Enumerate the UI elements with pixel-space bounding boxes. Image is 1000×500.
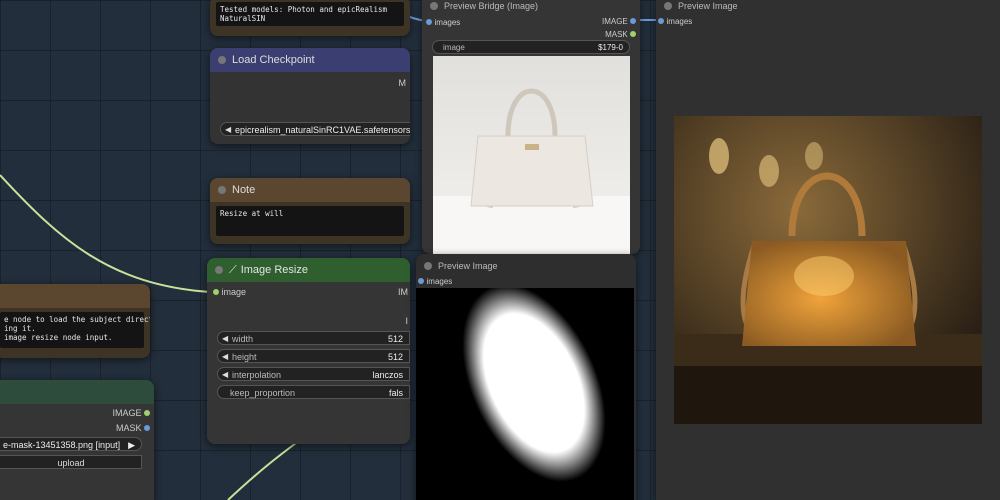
widget-value: 512: [387, 334, 403, 344]
mask-output-slot[interactable]: MASK: [605, 30, 636, 39]
bag-preview-image[interactable]: [433, 56, 630, 254]
mask-preview-image[interactable]: [416, 288, 634, 500]
collapse-dot[interactable]: [215, 266, 223, 274]
ckpt-value: epicrealism_naturalSinRC1VAE.safetensors: [235, 125, 410, 135]
input-dot[interactable]: [418, 278, 424, 284]
keep-proportion-widget[interactable]: keep_proportion fals: [217, 385, 410, 399]
note-text[interactable]: Resize at will: [216, 206, 404, 236]
node-graph-canvas[interactable]: Tested models: Photon and epicRealism Na…: [0, 0, 1000, 500]
output-dot[interactable]: [144, 410, 150, 416]
left-arrow-icon[interactable]: ◀: [222, 350, 228, 364]
note-text[interactable]: Tested models: Photon and epicRealism Na…: [216, 2, 404, 26]
slot-label: MASK: [115, 423, 142, 433]
widget-label: height: [232, 352, 257, 362]
node-header[interactable]: ⟋ Image Resize: [207, 258, 410, 282]
widget-label: width: [232, 334, 254, 344]
node-header[interactable]: Preview Bridge (Image): [422, 0, 640, 18]
images-input-slot[interactable]: images: [426, 17, 460, 27]
ckpt-name-select[interactable]: ◀ epicrealism_naturalSinRC1VAE.safetenso…: [220, 122, 410, 136]
image-input-slot[interactable]: image: [213, 287, 246, 297]
mask-ellipse-picture: [462, 288, 606, 482]
collapse-dot[interactable]: [218, 56, 226, 64]
result-preview-image[interactable]: [674, 116, 982, 424]
widget-label: keep_proportion: [230, 388, 296, 398]
white-bag-picture: [433, 88, 630, 254]
output-dot[interactable]: [630, 18, 636, 24]
mask-output-slot[interactable]: MASK: [116, 423, 150, 433]
interpolation-widget[interactable]: ◀ interpolation lanczos: [217, 367, 410, 381]
note-text[interactable]: e node to load the subject directly ing …: [0, 312, 150, 348]
slot-label: MASK: [605, 30, 628, 39]
node-header[interactable]: Preview Image: [656, 0, 1000, 18]
slot-label: image: [221, 287, 247, 297]
note-node[interactable]: Note Resize at will: [210, 178, 410, 244]
output-label-fragment: I: [405, 316, 408, 326]
slot-label: images: [666, 17, 693, 26]
image-output-slot[interactable]: IMAGE: [602, 17, 636, 26]
preview-bridge-node[interactable]: Preview Bridge (Image) images IMAGE MASK…: [422, 0, 640, 254]
input-dot[interactable]: [426, 19, 432, 25]
model-output-label: M: [398, 78, 407, 88]
collapse-dot[interactable]: [664, 2, 672, 10]
collapse-dot[interactable]: [424, 262, 432, 270]
widget-label: interpolation: [232, 370, 282, 380]
image-link-wire: [0, 174, 211, 293]
node-header[interactable]: Load Checkpoint: [210, 48, 410, 72]
left-arrow-icon[interactable]: ◀: [222, 332, 228, 346]
slot-label: IMAGE: [601, 17, 628, 26]
widget-value: e-mask-13451358.png [input]: [3, 440, 121, 450]
input-dot[interactable]: [213, 289, 219, 295]
preview-image-node-result[interactable]: Preview Image images: [656, 0, 1000, 500]
node-title: Preview Bridge (Image): [444, 1, 539, 11]
node-title: Preview Image: [438, 261, 498, 271]
slot-label: IMAGE: [112, 408, 142, 418]
node-header[interactable]: [0, 284, 150, 308]
slot-label: images: [426, 277, 453, 286]
images-input-slot[interactable]: images: [658, 16, 692, 26]
collapse-dot[interactable]: [218, 186, 226, 194]
right-arrow-icon[interactable]: ▶: [128, 438, 135, 452]
input-dot[interactable]: [658, 18, 664, 24]
node-title: Note: [232, 184, 256, 196]
upload-label: upload: [57, 458, 85, 468]
image-file-select[interactable]: e-mask-13451358.png [input] ▶: [0, 437, 142, 451]
load-checkpoint-node[interactable]: Load Checkpoint M ◀ epicrealism_naturalS…: [210, 48, 410, 144]
widget-value: lanczos: [372, 370, 403, 380]
output-dot[interactable]: [144, 425, 150, 431]
node-title: Preview Image: [678, 1, 738, 11]
mask-link-wire: [227, 439, 301, 500]
wand-icon: ⟋: [229, 264, 237, 276]
widget-label: image: [443, 43, 465, 52]
image-output-slot[interactable]: IMAGE: [112, 408, 150, 418]
output-dot[interactable]: [630, 31, 636, 37]
upload-button[interactable]: upload: [0, 455, 142, 469]
collapse-dot[interactable]: [430, 2, 438, 10]
node-header[interactable]: Preview Image: [416, 254, 636, 278]
node-header[interactable]: Note: [210, 178, 410, 202]
load-image-node[interactable]: IMAGE MASK e-mask-13451358.png [input] ▶…: [0, 380, 154, 500]
left-arrow-icon[interactable]: ◀: [222, 368, 228, 382]
widget-value: $179-0: [598, 43, 623, 52]
height-widget[interactable]: ◀ height 512: [217, 349, 410, 363]
node-title: Load Checkpoint: [232, 54, 315, 66]
left-note-node[interactable]: e node to load the subject directly ing …: [0, 284, 150, 358]
left-arrow-icon[interactable]: ◀: [225, 123, 231, 137]
widget-value: fals: [388, 388, 403, 398]
slot-label: images: [434, 18, 461, 27]
top-note-node[interactable]: Tested models: Photon and epicRealism Na…: [210, 0, 410, 36]
node-title: Image Resize: [240, 264, 308, 276]
image-resize-node[interactable]: ⟋ Image Resize image IM I ◀ width 512 ◀ h…: [207, 258, 410, 444]
images-input-slot[interactable]: images: [418, 276, 452, 286]
image-id-widget[interactable]: image $179-0: [432, 40, 630, 54]
image-output-label: IM: [398, 287, 408, 297]
preview-image-node-mask[interactable]: Preview Image images: [416, 254, 636, 500]
width-widget[interactable]: ◀ width 512: [217, 331, 410, 345]
widget-value: 512: [387, 352, 403, 362]
node-header[interactable]: [0, 380, 154, 404]
lit-bag-picture: [674, 116, 982, 424]
